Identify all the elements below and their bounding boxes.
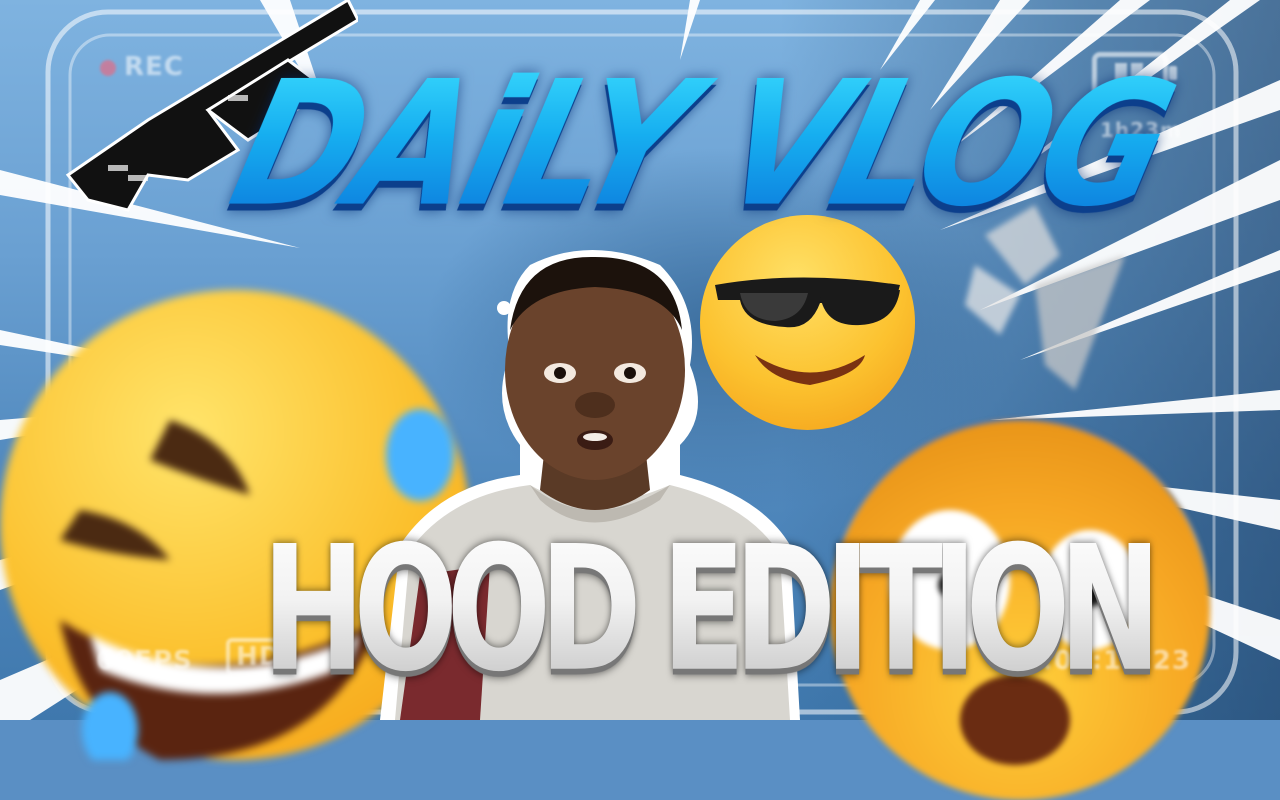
title-hood-edition: HOOD EDITION	[262, 510, 1162, 711]
sparkle-dot	[497, 301, 511, 315]
rec-indicator: REC	[100, 52, 184, 82]
title-daily-vlog: DAiLY VLOG	[215, 44, 1187, 246]
rec-label: REC	[124, 52, 184, 82]
fps-label: 60FPS	[96, 646, 193, 676]
rec-dot-icon	[100, 59, 116, 76]
